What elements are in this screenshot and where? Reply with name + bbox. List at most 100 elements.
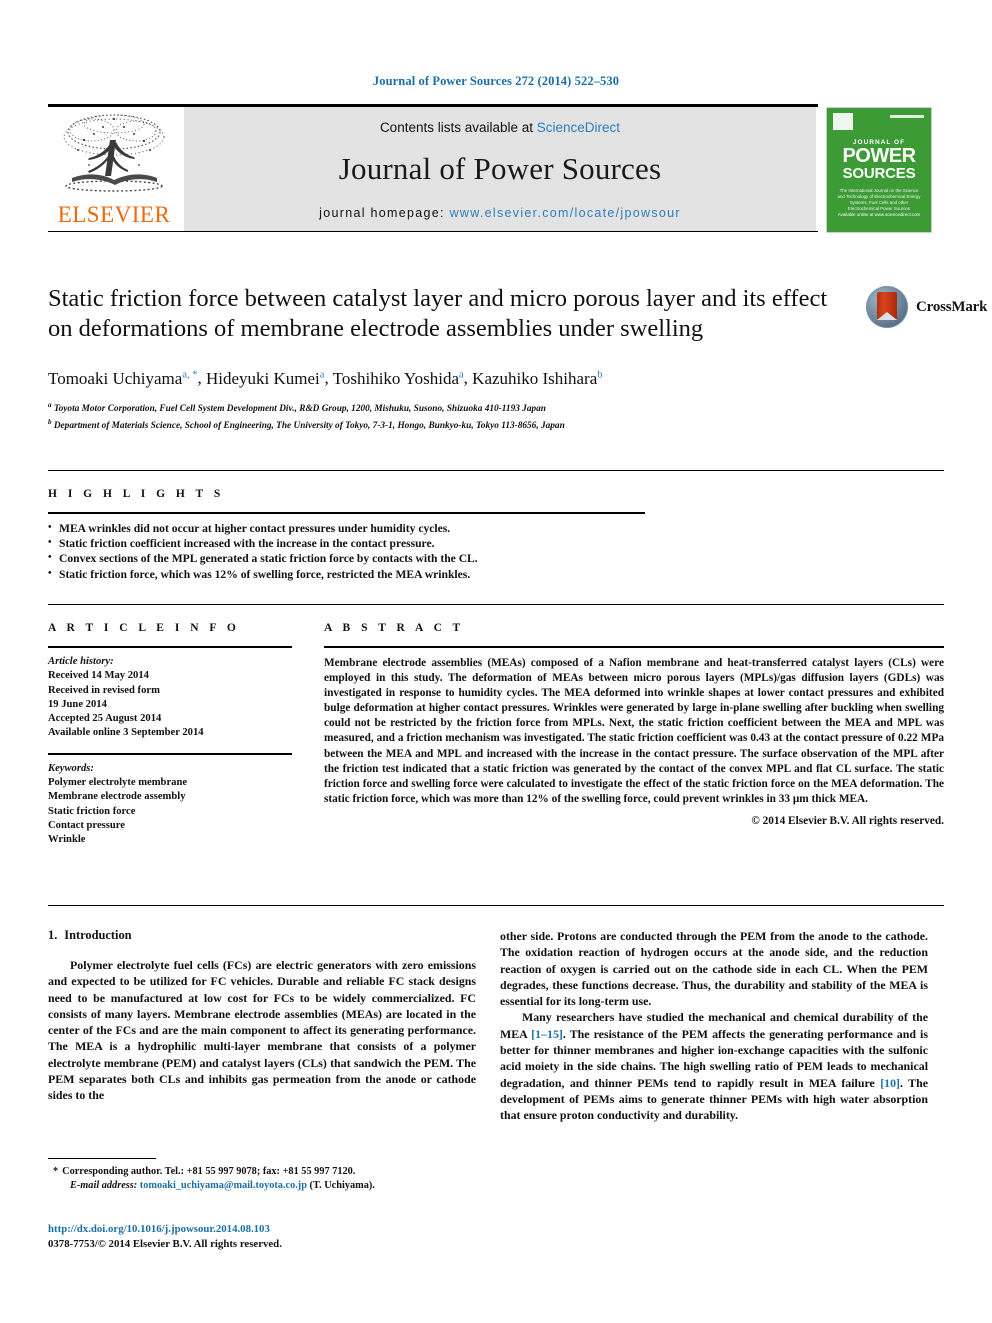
highlights-section: H I G H L I G H T S MEA wrinkles did not…: [48, 488, 944, 582]
article-history-block: Article history: Received 14 May 2014 Re…: [48, 655, 292, 741]
author-affil-mark: b: [597, 369, 603, 380]
list-item: Convex sections of the MPL generated a s…: [48, 550, 944, 566]
email-suffix: (T. Uchiyama).: [309, 1179, 375, 1191]
history-item: Received in revised form: [48, 684, 160, 696]
abstract-heading: A B S T R A C T: [324, 622, 465, 634]
doi-link[interactable]: http://dx.doi.org/10.1016/j.jpowsour.201…: [48, 1222, 476, 1237]
author-entry: Toshihiko Yoshidaa: [333, 369, 464, 388]
keyword-item: Static friction force: [48, 805, 136, 817]
crossmark-notch-icon: [877, 312, 897, 320]
email-link[interactable]: tomoaki_uchiyama@mail.toyota.co.jp: [140, 1180, 307, 1191]
author-name: Toshihiko Yoshida: [332, 368, 459, 388]
journal-homepage-line: journal homepage: www.elsevier.com/locat…: [184, 206, 816, 220]
header-rule-bottom: [48, 231, 818, 232]
keyword-item: Membrane electrode assembly: [48, 791, 186, 803]
homepage-url-link[interactable]: www.elsevier.com/locate/jpowsour: [450, 206, 681, 220]
highlights-list: MEA wrinkles did not occur at higher con…: [48, 520, 944, 582]
corresponding-star: *: [53, 1166, 59, 1177]
cover-footer-text: Available online at www.sciencedirect.co…: [837, 211, 921, 217]
author-affil-mark: a, *: [182, 369, 198, 380]
section-divider-above-body: [48, 905, 944, 906]
list-item: MEA wrinkles did not occur at higher con…: [48, 520, 944, 536]
paragraph-text: . The resistance of the PEM affects the …: [500, 1026, 928, 1090]
email-label: E-mail address:: [70, 1179, 138, 1191]
journal-title: Journal of Power Sources: [338, 151, 662, 186]
affiliation-mark: b: [48, 418, 52, 427]
doi-block: http://dx.doi.org/10.1016/j.jpowsour.201…: [48, 1222, 476, 1252]
page-title: Static friction force between catalyst l…: [48, 285, 828, 342]
article-page: Journal of Power Sources 272 (2014) 522–…: [0, 0, 992, 1323]
affiliation-line: a Toyota Motor Corporation, Fuel Cell Sy…: [48, 399, 944, 416]
section-number: 1.: [48, 928, 58, 942]
corresponding-author-footnote: * Corresponding author. Tel.: +81 55 997 …: [48, 1158, 476, 1192]
affiliation-line: b Department of Materials Science, Schoo…: [48, 416, 944, 433]
elsevier-wordmark: ELSEVIER: [57, 202, 171, 227]
journal-header-banner: Contents lists available at ScienceDirec…: [184, 107, 816, 231]
journal-cover-thumbnail: JOURNAL OF POWER SOURCES The Internation…: [826, 107, 932, 233]
author-list: Tomoaki Uchiyamaa, *, Hideyuki Kumeia, T…: [48, 368, 603, 388]
cover-elsevier-mark-icon: [833, 113, 853, 130]
issn-copyright-line: 0378-7753/© 2014 Elsevier B.V. All right…: [48, 1237, 282, 1250]
crossmark-circle-icon: [866, 286, 908, 328]
article-info-heading: A R T I C L E I N F O: [48, 622, 240, 634]
list-item: Static friction force, which was 12% of …: [48, 566, 944, 582]
author-name: Kazuhiko Ishihara: [472, 368, 598, 388]
elsevier-logo: ELSEVIER: [50, 110, 178, 228]
keyword-item: Contact pressure: [48, 819, 125, 831]
article-info-rule: [48, 646, 292, 648]
abstract-copyright: © 2014 Elsevier B.V. All rights reserved…: [751, 814, 944, 827]
abstract-rule: [324, 646, 944, 648]
highlights-heading: H I G H L I G H T S: [48, 488, 225, 500]
sciencedirect-link[interactable]: ScienceDirect: [537, 120, 620, 135]
keywords-label: Keywords:: [48, 762, 94, 774]
journal-header: ELSEVIER Contents lists available at Sci…: [48, 104, 944, 234]
author-entry: Kazuhiko Ishiharab: [472, 369, 602, 388]
citation-link[interactable]: [1–15]: [531, 1027, 563, 1041]
history-item: Accepted 25 August 2014: [48, 713, 162, 725]
keyword-item: Polymer electrolyte membrane: [48, 777, 188, 789]
cover-subtitle: The International Journal on the Science…: [837, 188, 921, 211]
abstract-column: A B S T R A C T Membrane electrode assem…: [324, 622, 944, 827]
abstract-text: Membrane electrode assemblies (MEAs) com…: [324, 657, 944, 805]
author-affil-mark: a: [319, 369, 325, 380]
article-history-label: Article history:: [48, 656, 114, 667]
history-item: 19 June 2014: [48, 698, 107, 710]
history-item: Available online 3 September 2014: [48, 727, 204, 739]
section-divider-above-highlights: [48, 470, 944, 471]
body-paragraph: Polymer electrolyte fuel cells (FCs) are…: [48, 958, 476, 1103]
homepage-label: journal homepage:: [319, 206, 450, 220]
keywords-block: Keywords: Polymer electrolyte membrane M…: [48, 762, 292, 848]
highlights-rule: [48, 512, 645, 514]
elsevier-tree-icon: [63, 114, 165, 192]
cover-topline-rule: [890, 115, 924, 118]
email-line: E-mail address: tomoaki_uchiyama@mail.to…: [48, 1179, 476, 1193]
body-column-right: other side. Protons are conducted throug…: [500, 928, 928, 1124]
list-item: Static friction coefficient increased wi…: [48, 535, 944, 551]
article-info-divider: [48, 752, 292, 755]
author-name: Tomoaki Uchiyama: [48, 368, 183, 388]
body-column-left: 1. Introduction Polymer electrolyte fuel …: [48, 928, 476, 1104]
contents-lists-prefix: Contents lists available at: [379, 120, 537, 135]
article-info-column: A R T I C L E I N F O Article history: R…: [48, 622, 292, 848]
cover-sources-label: SOURCES: [842, 165, 916, 182]
cover-power-label: POWER: [842, 145, 916, 167]
affiliation-text: Toyota Motor Corporation, Fuel Cell Syst…: [53, 403, 546, 414]
body-paragraph: other side. Protons are conducted throug…: [500, 929, 928, 1009]
section-title: Introduction: [64, 928, 132, 942]
citation-link[interactable]: [10]: [880, 1076, 900, 1090]
keyword-item: Wrinkle: [48, 834, 86, 846]
author-entry: Hideyuki Kumeia: [206, 369, 324, 388]
footnote-rule: [48, 1158, 156, 1159]
crossmark-book-icon: [877, 292, 897, 320]
running-head: Journal of Power Sources 272 (2014) 522–…: [372, 74, 620, 88]
crossmark-badge[interactable]: CrossMark: [866, 286, 992, 334]
author-affil-mark: a: [459, 369, 464, 380]
affiliation-mark: a: [48, 400, 52, 409]
corresponding-author-line: * Corresponding author. Tel.: +81 55 997 …: [48, 1165, 476, 1179]
author-entry: Tomoaki Uchiyamaa, *: [48, 369, 197, 388]
author-name: Hideyuki Kumei: [205, 368, 320, 388]
crossmark-label: CrossMark: [916, 299, 988, 315]
contents-lists-line: Contents lists available at ScienceDirec…: [184, 120, 816, 135]
corresponding-author-text: Corresponding author. Tel.: +81 55 997 9…: [62, 1166, 356, 1177]
body-paragraph: Many researchers have studied the mechan…: [500, 1009, 928, 1123]
